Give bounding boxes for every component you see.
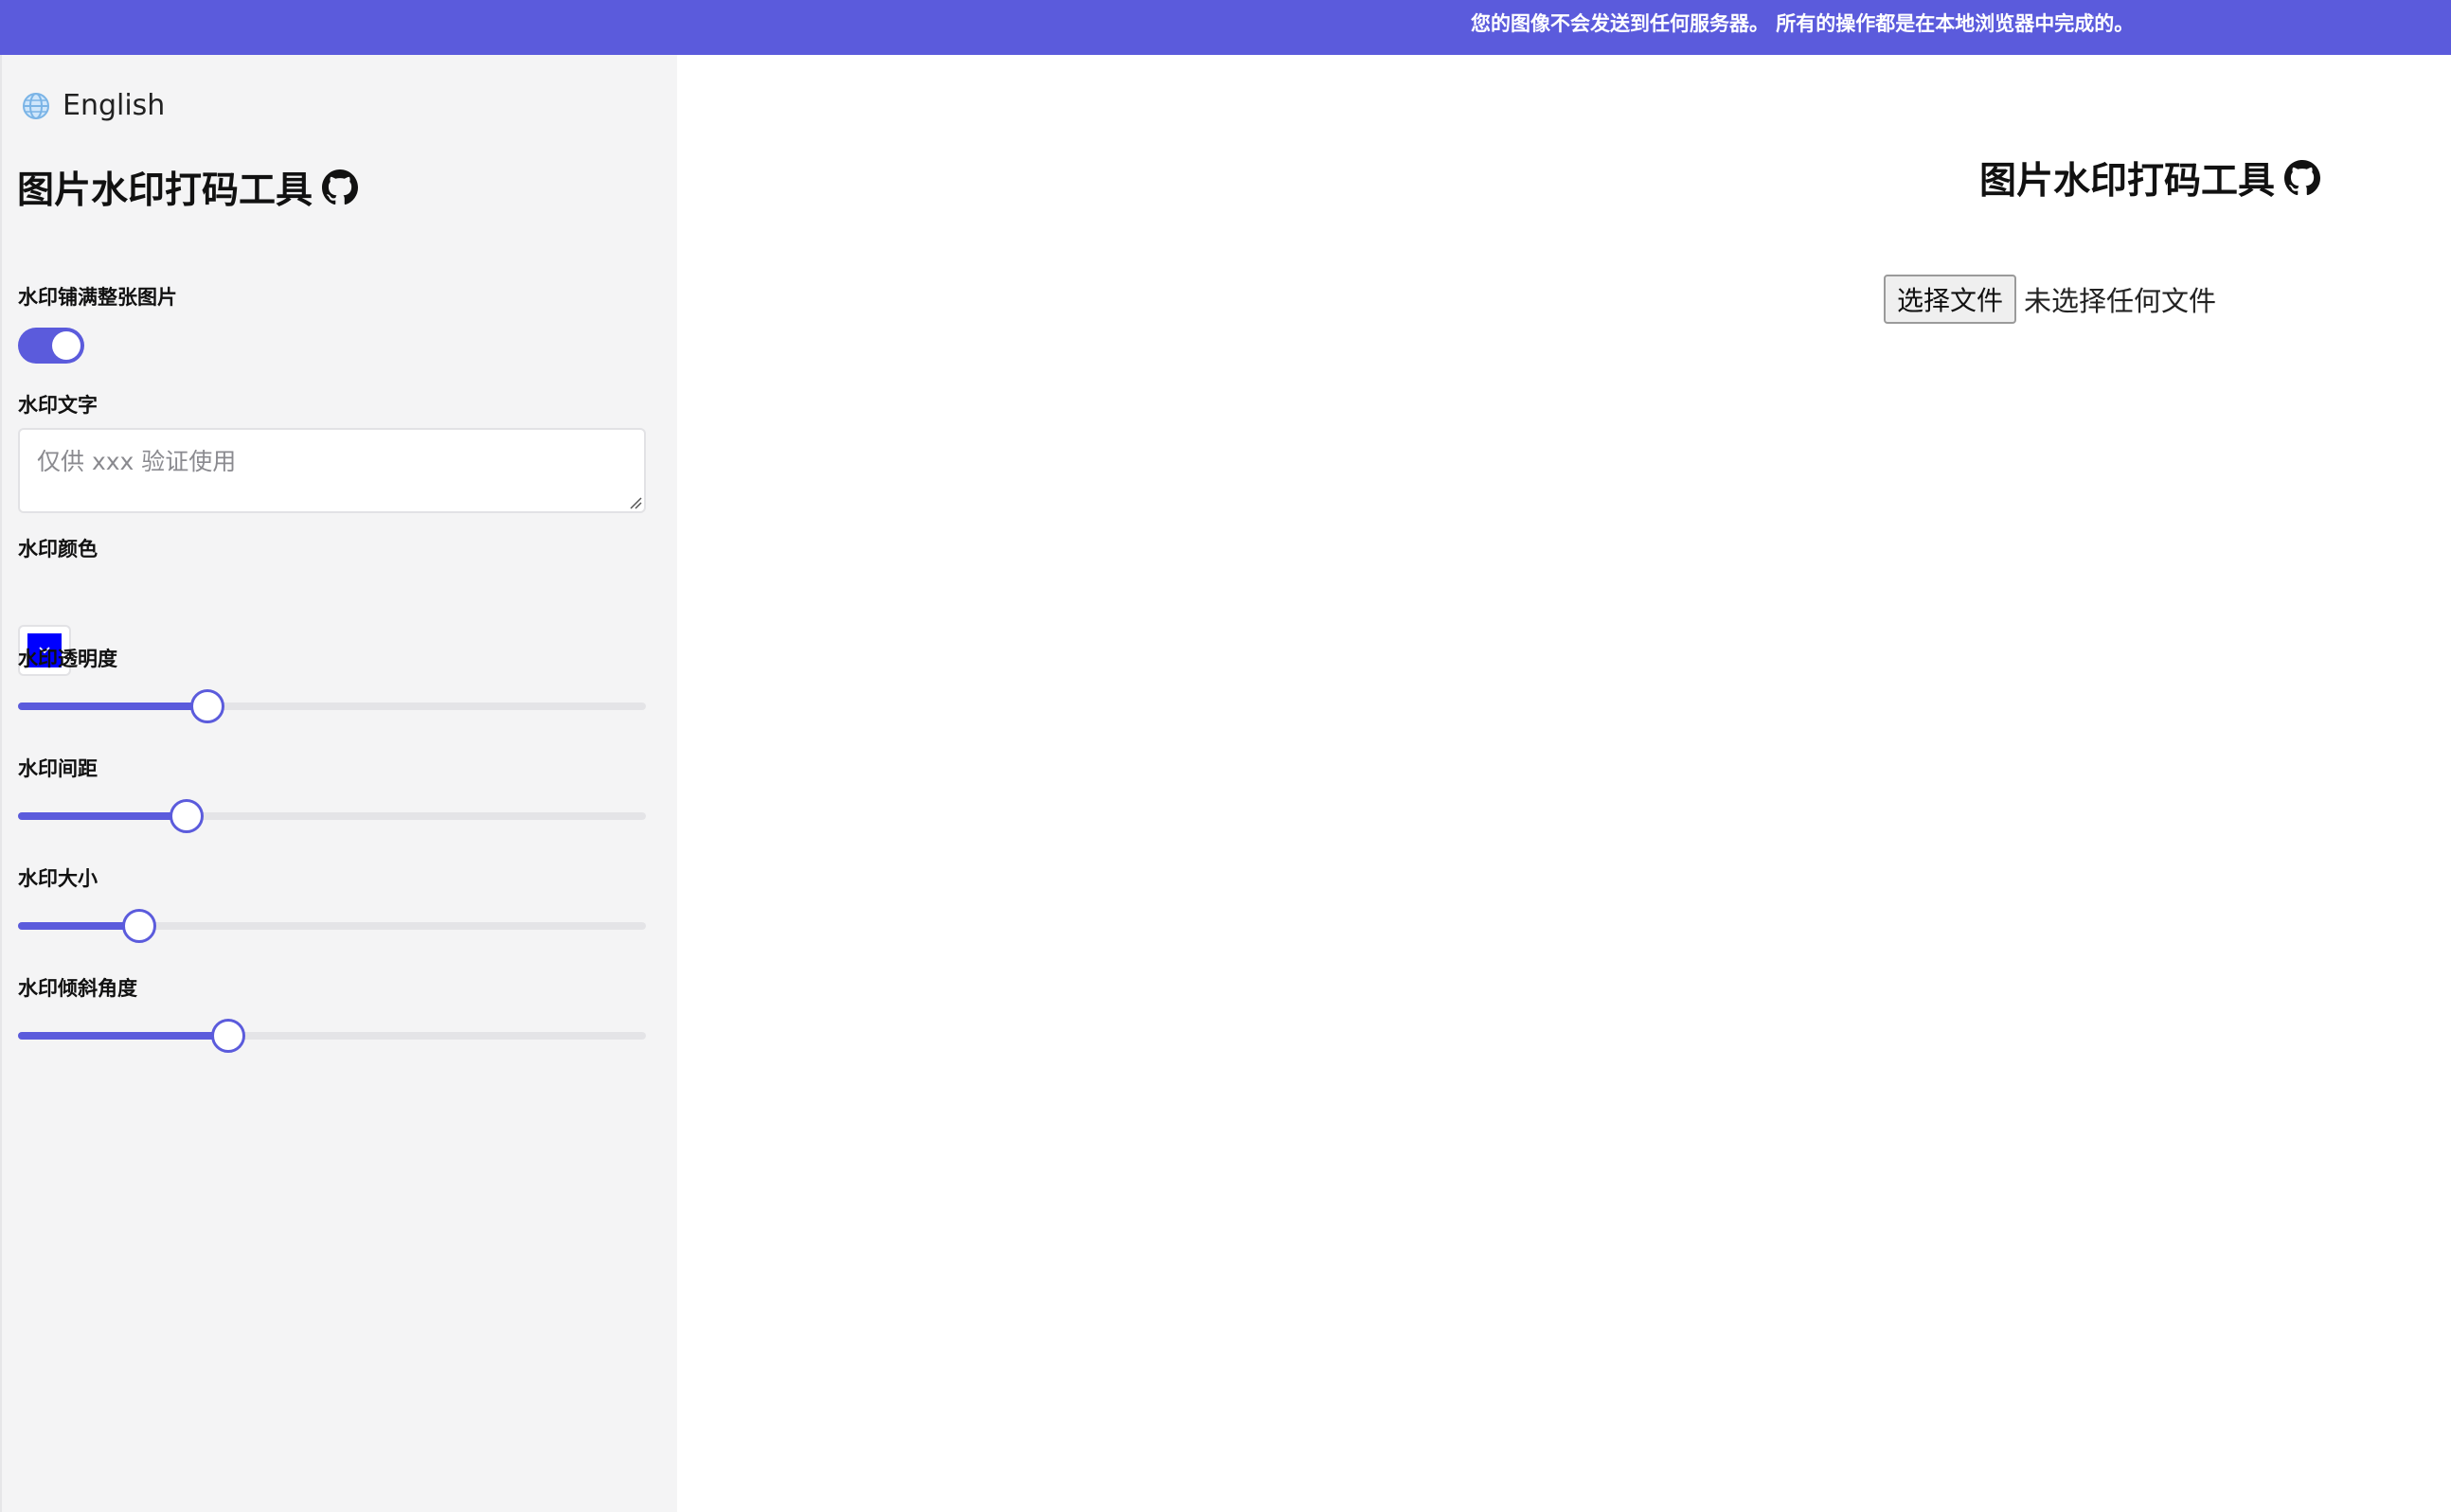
watermark-text-input[interactable] (18, 428, 646, 513)
watermark-text-label: 水印文字 (18, 394, 98, 417)
size-label: 水印大小 (18, 867, 98, 890)
slider-thumb[interactable] (122, 909, 157, 943)
github-icon[interactable] (322, 169, 359, 205)
settings-sidebar: English 图片水印打码工具 水印铺满整张图片 水印文字 水印颜色 水印透明… (0, 55, 677, 1512)
main-title-text: 图片水印打码工具 (1979, 160, 2276, 203)
resize-grip-icon[interactable] (629, 496, 642, 509)
spacing-label: 水印间距 (18, 757, 98, 780)
slider-thumb[interactable] (211, 1019, 246, 1053)
size-slider[interactable] (18, 907, 646, 945)
watermark-color-label: 水印颜色 (18, 538, 98, 560)
slider-fill (18, 1032, 228, 1040)
slider-thumb[interactable] (189, 689, 224, 723)
slider-fill (18, 812, 187, 820)
opacity-slider[interactable] (18, 687, 646, 725)
main-title: 图片水印打码工具 (1979, 151, 2321, 205)
language-switcher[interactable]: English (21, 89, 165, 122)
spacing-slider[interactable] (18, 797, 646, 835)
privacy-banner: 您的图像不会发送到任何服务器。 所有的操作都是在本地浏览器中完成的。 (0, 0, 2451, 55)
language-label: English (63, 89, 166, 122)
file-status-text: 未选择任何文件 (2024, 285, 2217, 317)
tile-full-toggle[interactable] (18, 328, 84, 364)
sidebar-title: 图片水印打码工具 (17, 161, 359, 214)
slider-thumb[interactable] (170, 799, 205, 833)
tile-full-label: 水印铺满整张图片 (18, 286, 177, 309)
slider-fill (18, 703, 206, 710)
slider-fill (18, 922, 139, 930)
angle-label: 水印倾斜角度 (18, 977, 137, 1000)
opacity-label: 水印透明度 (18, 648, 117, 670)
toggle-knob (52, 331, 81, 360)
github-icon[interactable] (2284, 160, 2321, 196)
sidebar-title-text: 图片水印打码工具 (17, 169, 313, 212)
angle-slider[interactable] (18, 1017, 646, 1055)
choose-file-button[interactable]: 选择文件 (1884, 275, 2017, 324)
globe-icon (23, 92, 49, 119)
file-picker: 选择文件 未选择任何文件 (1884, 275, 2216, 324)
privacy-banner-text: 您的图像不会发送到任何服务器。 所有的操作都是在本地浏览器中完成的。 (1471, 12, 2135, 35)
